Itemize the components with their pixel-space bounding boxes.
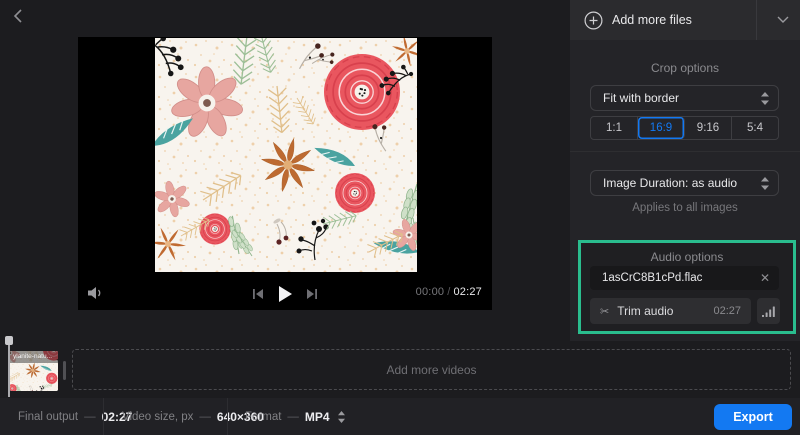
collapse-panel-button[interactable]: [766, 0, 800, 40]
format-value: MP4: [304, 409, 330, 424]
audio-options-title: Audio options: [650, 250, 724, 264]
add-more-videos-dropzone[interactable]: Add more videos: [72, 349, 791, 390]
skip-back-icon: [253, 289, 263, 299]
volume-bars-icon: [762, 306, 775, 317]
scissors-icon: ✂: [600, 305, 610, 318]
next-frame-button[interactable]: [306, 288, 317, 300]
speaker-icon: [87, 287, 100, 299]
audio-file-row: 1asCrC8B1cPd.flac ✕: [590, 266, 779, 290]
image-duration-value: Image Duration: as audio: [603, 176, 738, 190]
aspect-ratio-group: 1:1 16:9 9:16 5:4: [590, 116, 779, 140]
ratio-1-1-button[interactable]: 1:1: [591, 117, 638, 139]
format-select[interactable]: [337, 410, 345, 423]
section-divider: [570, 151, 800, 152]
total-time: 02:27: [453, 286, 482, 298]
crop-options-title: Crop options: [650, 61, 720, 75]
back-button[interactable]: [6, 4, 30, 28]
audio-file-name: 1asCrC8B1cPd.flac: [602, 272, 703, 284]
ratio-5-4-button[interactable]: 5:4: [732, 117, 778, 139]
transport-controls: [253, 286, 317, 302]
add-more-files-button[interactable]: Add more files: [570, 0, 800, 40]
footer-divider: [227, 398, 228, 435]
format-label: Format: [245, 410, 282, 423]
playback-time: 00:00/02:27: [415, 286, 482, 298]
final-output-label: Final output: [18, 410, 79, 423]
footer-divider: [103, 398, 104, 435]
audio-options-panel: Audio options 1asCrC8B1cPd.flac ✕ ✂ Trim…: [578, 240, 796, 334]
final-output-group: Final output — 02:27: [18, 409, 133, 424]
timeline-clip[interactable]: ylanite-natu...: [10, 351, 58, 391]
play-icon: [279, 286, 292, 302]
preview-image: [155, 38, 417, 272]
export-button[interactable]: Export: [714, 404, 792, 430]
plus-circle-icon: [584, 11, 603, 30]
add-more-files-label: Add more files: [612, 13, 692, 27]
ratio-9-16-button[interactable]: 9:16: [685, 117, 732, 139]
footer-bar: Final output — 02:27 Video size, px — 64…: [0, 398, 800, 435]
volume-button[interactable]: [86, 286, 104, 300]
audio-volume-button[interactable]: [757, 298, 780, 324]
add-more-videos-label: Add more videos: [386, 362, 477, 377]
crop-mode-select[interactable]: Fit with border: [590, 85, 779, 111]
skip-forward-icon: [307, 289, 317, 299]
image-duration-select[interactable]: Image Duration: as audio: [590, 170, 779, 196]
video-size-label: Video size, px: [122, 410, 194, 423]
select-caret-icon: [761, 91, 769, 105]
prev-frame-button[interactable]: [253, 288, 264, 300]
crop-mode-value: Fit with border: [603, 91, 680, 105]
video-preview: 00:00/02:27: [78, 37, 492, 310]
duration-note: Applies to all images: [632, 202, 738, 214]
select-caret-icon: [761, 176, 769, 190]
trim-audio-button[interactable]: ✂ Trim audio 02:27: [590, 298, 751, 324]
play-button[interactable]: [278, 286, 292, 302]
chevron-left-icon: [13, 9, 22, 23]
current-time: 00:00: [415, 286, 445, 298]
trim-audio-duration: 02:27: [713, 305, 741, 317]
header-divider: [756, 0, 757, 40]
clip-filename: ylanite-natu...: [10, 351, 58, 363]
trim-audio-label: Trim audio: [617, 304, 674, 318]
clip-gap-handle[interactable]: [63, 361, 66, 380]
video-editor-app: 00:00/02:27 Add more files Crop options …: [0, 0, 800, 435]
video-size-group: Video size, px — 640×360: [122, 409, 264, 424]
format-group: Format — MP4: [245, 398, 345, 435]
playhead-handle[interactable]: [5, 336, 13, 345]
select-caret-icon: [337, 410, 345, 423]
remove-audio-button[interactable]: ✕: [760, 272, 770, 284]
chevron-down-icon: [777, 16, 789, 23]
right-sidebar: Add more files Crop options Fit with bor…: [570, 0, 800, 341]
ratio-16-9-button[interactable]: 16:9: [638, 117, 685, 139]
